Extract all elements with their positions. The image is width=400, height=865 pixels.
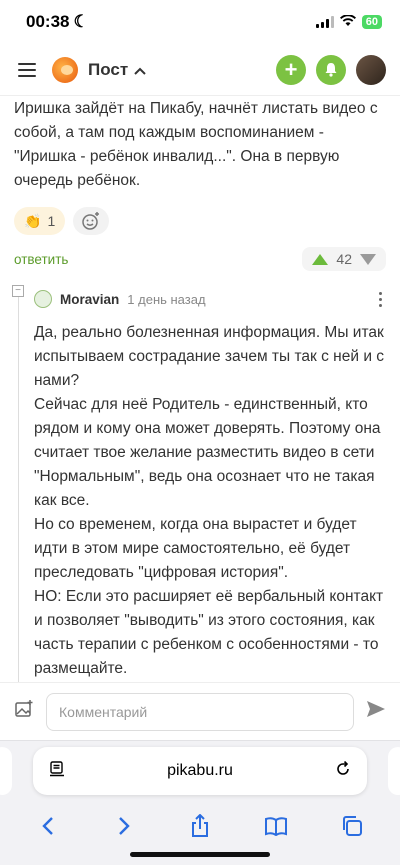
chevron-right-icon	[119, 817, 130, 835]
comment-author[interactable]: Moravian	[60, 292, 119, 307]
bell-icon	[325, 63, 337, 77]
status-bar: 00:38 ☾ 60	[0, 0, 400, 44]
rating-value: 42	[336, 251, 352, 267]
parent-reactions: 👏 1	[0, 207, 400, 235]
url-text[interactable]: pikabu.ru	[65, 762, 335, 780]
battery-indicator: 60	[361, 15, 382, 29]
thread-line	[18, 297, 19, 733]
tabs-icon	[343, 816, 362, 836]
browser-chrome: pikabu.ru	[0, 740, 400, 865]
reply-comment: − Moravian 1 день назад Да, реально боле…	[0, 285, 400, 733]
page-title-dropdown[interactable]: Пост	[88, 60, 146, 80]
chevron-up-icon	[134, 60, 146, 80]
more-options-icon[interactable]	[379, 291, 382, 307]
downvote-icon[interactable]	[360, 253, 376, 265]
add-post-button[interactable]: +	[276, 54, 306, 85]
send-icon[interactable]	[366, 700, 386, 723]
comment-paragraph: Но со временем, когда она вырастет и буд…	[34, 516, 357, 581]
address-bar[interactable]: pikabu.ru	[33, 747, 367, 795]
parent-actions: ответить 42	[0, 247, 400, 271]
comment-paragraph: Да, реально болезненная информация. Мы и…	[34, 324, 385, 389]
share-icon	[192, 814, 208, 837]
page-title: Пост	[88, 59, 129, 79]
reply-link[interactable]: ответить	[14, 252, 68, 267]
next-tab-card[interactable]	[388, 747, 400, 795]
comment-header: Moravian 1 день назад	[34, 285, 386, 313]
plus-icon: +	[284, 56, 298, 82]
author-avatar[interactable]	[34, 290, 52, 308]
add-reaction-button[interactable]	[73, 207, 110, 235]
reaction-clap[interactable]: 👏 1	[14, 207, 66, 235]
wifi-icon	[339, 13, 356, 30]
parent-comment-text: Иришка зайдёт на Пикабу, начнёт листать …	[14, 100, 378, 189]
comment-paragraph: НО: Если это расширяет её вербальный кон…	[34, 588, 384, 677]
forward-button[interactable]	[109, 811, 139, 841]
home-indicator	[130, 852, 270, 857]
notifications-button[interactable]	[316, 54, 346, 85]
comment-body: Да, реально болезненная информация. Мы и…	[34, 321, 386, 681]
reader-icon[interactable]	[49, 760, 65, 782]
reload-icon[interactable]	[335, 760, 351, 782]
comment-input[interactable]: Комментарий	[46, 692, 354, 731]
chevron-left-icon	[42, 817, 53, 835]
book-icon	[265, 817, 287, 836]
prev-tab-card[interactable]	[0, 747, 12, 795]
reaction-count: 1	[47, 213, 56, 229]
tabs-button[interactable]	[337, 811, 367, 841]
rating-widget: 42	[302, 247, 386, 271]
upvote-icon[interactable]	[312, 253, 329, 265]
app-header: Пост +	[0, 44, 400, 96]
user-avatar[interactable]	[356, 54, 386, 85]
pikabu-logo[interactable]	[52, 56, 78, 83]
bookmarks-button[interactable]	[261, 811, 291, 841]
signal-icon	[315, 16, 334, 28]
comments-area: Иришка зайдёт на Пикабу, начнёт листать …	[0, 97, 400, 733]
comment-bar: Комментарий	[0, 682, 400, 740]
clap-icon: 👏	[24, 212, 42, 229]
collapse-button[interactable]: −	[12, 285, 24, 297]
browser-toolbar	[0, 811, 400, 841]
share-button[interactable]	[185, 811, 215, 841]
menu-icon[interactable]	[18, 62, 36, 77]
back-button[interactable]	[33, 811, 63, 841]
smile-plus-icon	[82, 212, 100, 230]
moon-icon: ☾	[73, 12, 89, 31]
comment-paragraph: Сейчас для неё Родитель - единственный, …	[34, 396, 381, 509]
comment-time: 1 день назад	[127, 291, 206, 307]
attach-image-icon[interactable]	[14, 699, 34, 724]
status-time: 00:38	[26, 12, 70, 31]
